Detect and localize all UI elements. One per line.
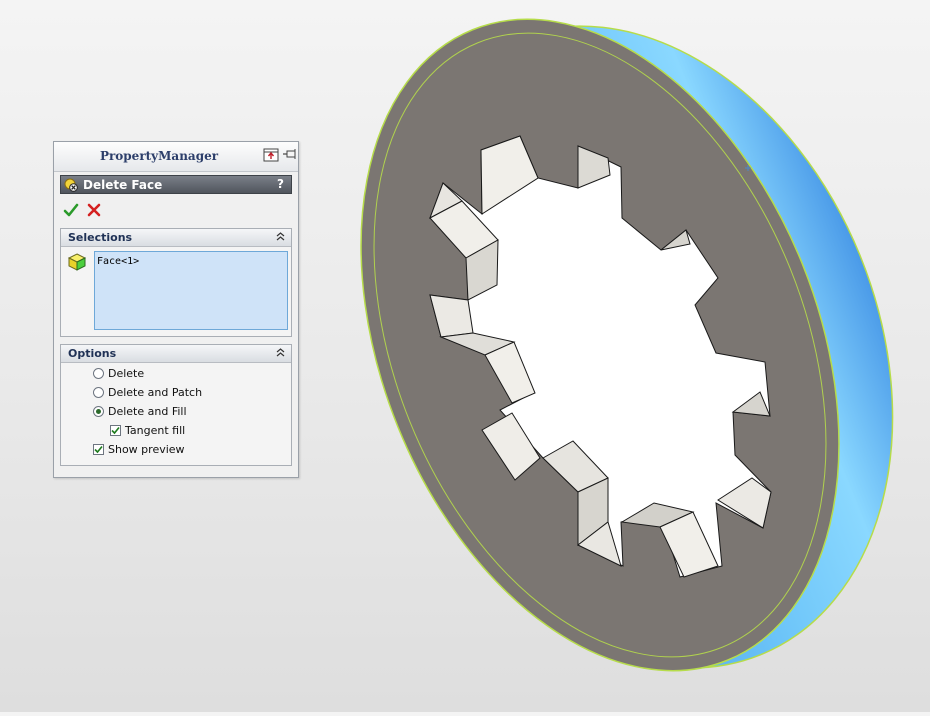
tangent-fill-checkbox[interactable] — [110, 425, 121, 436]
options-header[interactable]: Options — [61, 345, 291, 363]
selected-face-item[interactable]: Face<1> — [97, 256, 139, 267]
feature-title: Delete Face — [83, 178, 163, 192]
chevron-up-icon[interactable] — [275, 347, 286, 358]
selections-title: Selections — [68, 231, 133, 244]
chevron-up-icon[interactable] — [275, 231, 286, 242]
delete-radio[interactable] — [93, 368, 104, 379]
delete-face-icon — [64, 178, 78, 192]
selections-group: Selections Face<1> — [60, 228, 292, 337]
face-selection-icon — [67, 253, 87, 271]
delete-label[interactable]: Delete — [108, 367, 144, 380]
faces-selection-box[interactable]: Face<1> — [94, 251, 288, 330]
delete-and-patch-label[interactable]: Delete and Patch — [108, 386, 202, 399]
pin-icon[interactable] — [282, 147, 298, 163]
checkmark-icon — [94, 445, 103, 454]
property-manager-header: PropertyManager — [54, 142, 298, 172]
ok-button[interactable] — [63, 202, 79, 218]
panel-layout-icon[interactable] — [263, 147, 279, 163]
feature-title-bar: Delete Face ? — [60, 175, 292, 194]
checkmark-icon — [111, 426, 120, 435]
delete-and-fill-label[interactable]: Delete and Fill — [108, 405, 187, 418]
options-group: Options Delete Delete and Patch Delete a… — [60, 344, 292, 466]
delete-and-patch-radio[interactable] — [93, 387, 104, 398]
selections-header[interactable]: Selections — [61, 229, 291, 247]
property-manager-panel: PropertyManager Delete Face ? Selections — [53, 141, 299, 478]
show-preview-label[interactable]: Show preview — [108, 443, 185, 456]
cancel-button[interactable] — [86, 202, 102, 218]
property-manager-title: PropertyManager — [99, 149, 219, 163]
help-button[interactable]: ? — [277, 177, 284, 191]
show-preview-checkbox[interactable] — [93, 444, 104, 455]
options-title: Options — [68, 347, 117, 360]
tangent-fill-label[interactable]: Tangent fill — [125, 424, 185, 437]
delete-and-fill-radio[interactable] — [93, 406, 104, 417]
